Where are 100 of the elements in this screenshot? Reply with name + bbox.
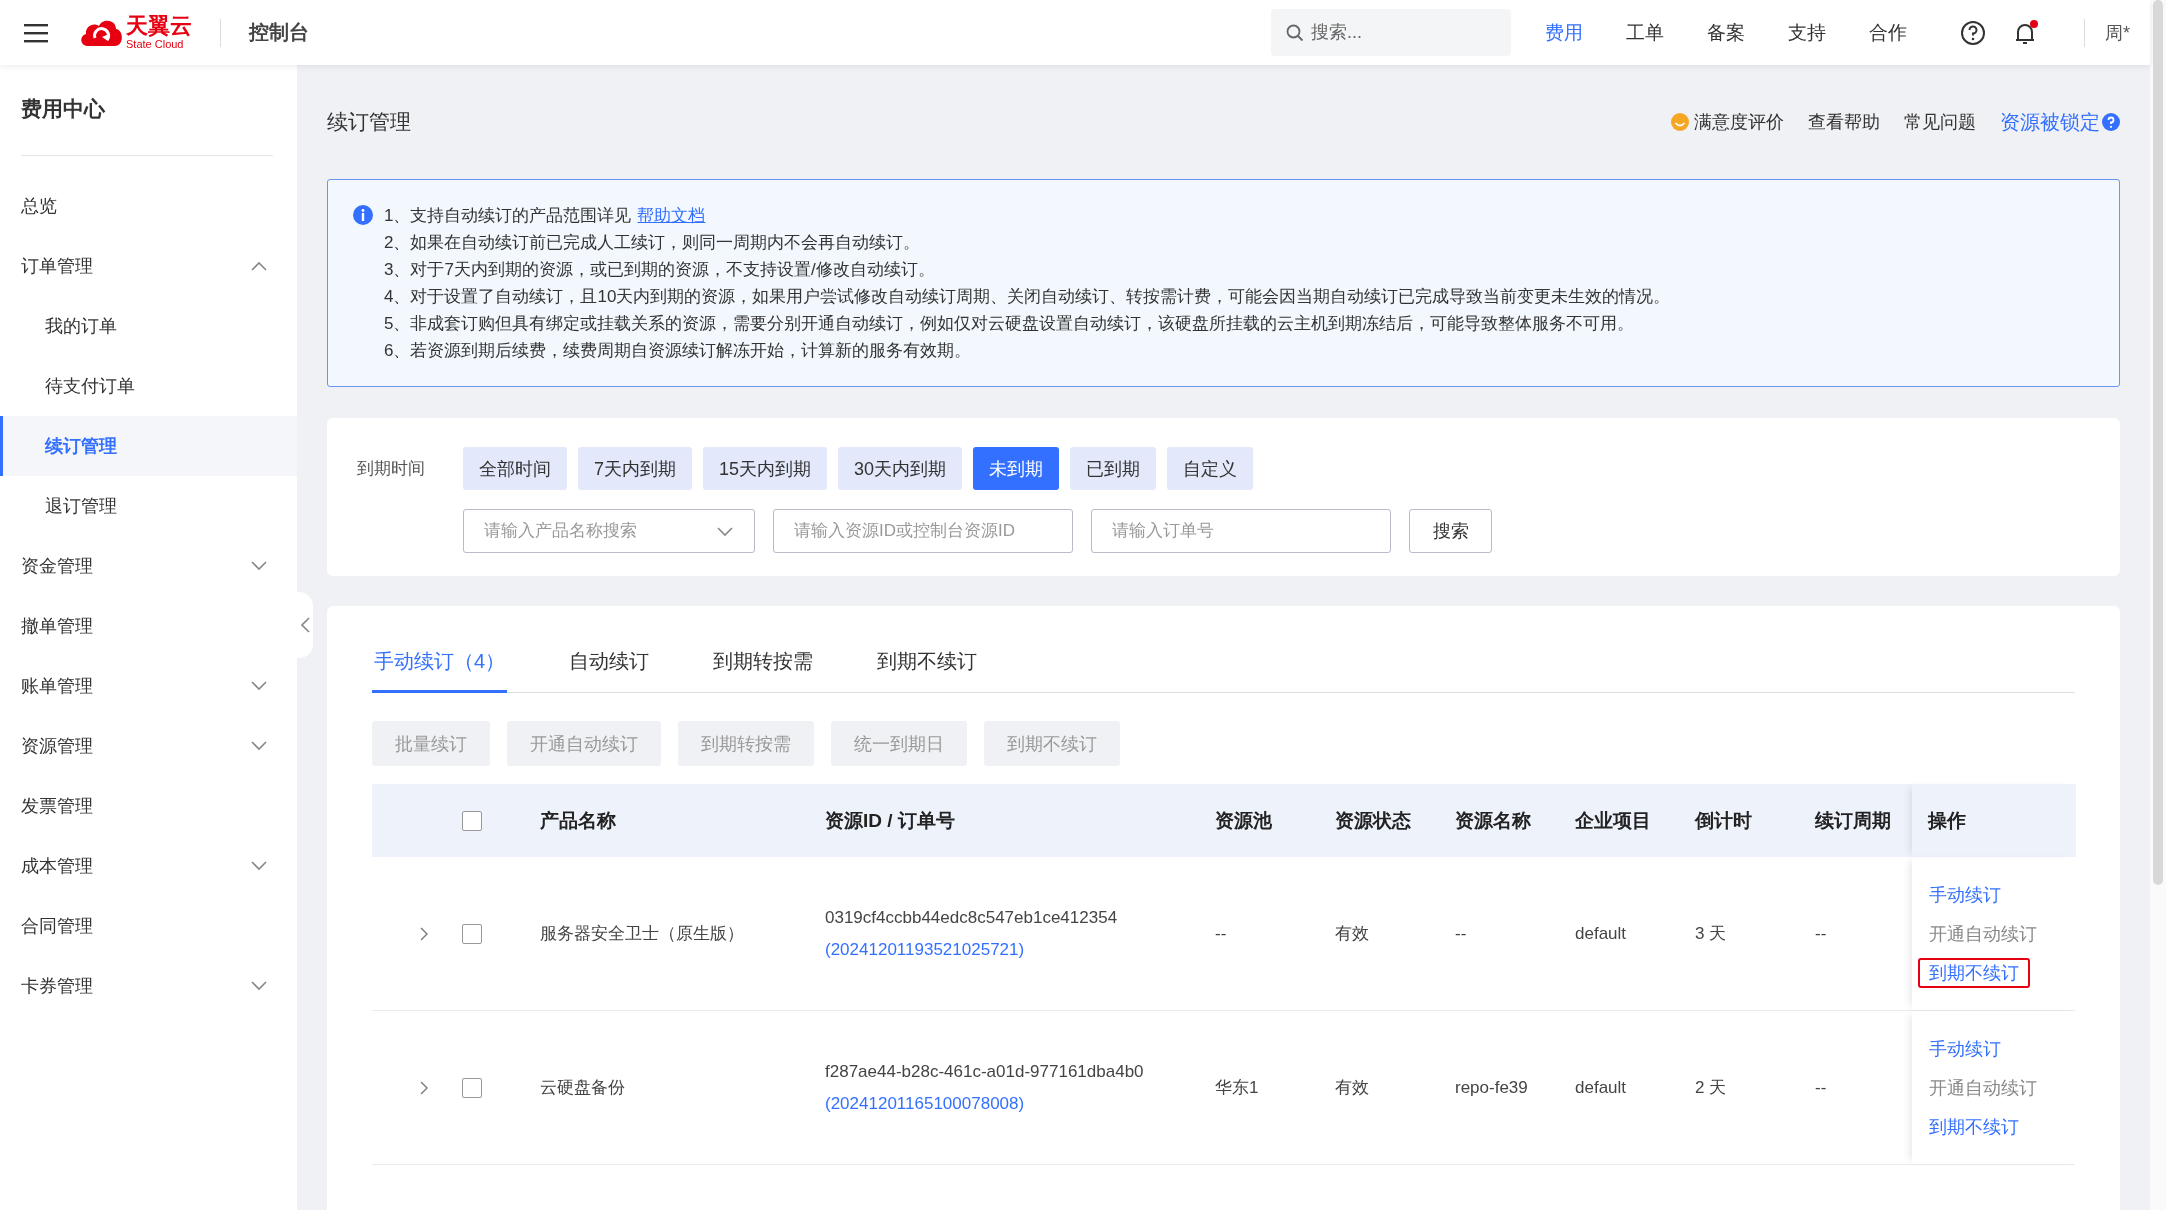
nav-link[interactable]: 备案: [1707, 19, 1745, 46]
chevron-left-icon: [300, 617, 310, 633]
tab[interactable]: 到期转按需: [711, 632, 816, 693]
nav-link[interactable]: 合作: [1869, 19, 1907, 46]
order-number-link[interactable]: (20241201165100078008): [825, 1093, 1025, 1114]
sidebar-item[interactable]: 订单管理: [0, 236, 297, 296]
help-icon[interactable]: [1960, 19, 1986, 46]
filter-chip[interactable]: 30天内到期: [838, 447, 963, 490]
chevron-icon: [251, 681, 267, 691]
table-cell: --: [1815, 923, 1827, 944]
row-action-link[interactable]: 手动续订: [1918, 879, 2012, 910]
sidebar-item[interactable]: 账单管理: [0, 656, 297, 716]
nav-link[interactable]: 支持: [1788, 19, 1826, 46]
table-cell-text: 华东1: [1215, 1077, 1259, 1099]
user-name[interactable]: 周*: [2105, 20, 2130, 45]
sidebar-item[interactable]: 总览: [0, 176, 297, 236]
brand-name: 天翼云: [126, 15, 192, 37]
notice-text: 4、对于设置了自动续订，且10天内到期的资源，如果用户尝试修改自动续订周期、关闭自动续订、转按需计费，可能会因当期自动续订已完成导致当前变更未生效的情况。: [384, 287, 1671, 306]
expand-chevron-icon[interactable]: [420, 1080, 429, 1095]
chevron-icon: [251, 981, 267, 991]
sidebar-item[interactable]: 资金管理: [0, 536, 297, 596]
nav-link[interactable]: 工单: [1626, 19, 1664, 46]
row-action-link[interactable]: 到期不续订: [1918, 957, 2030, 988]
menu-icon[interactable]: [24, 22, 48, 43]
header-link[interactable]: 查看帮助: [1808, 110, 1880, 134]
notice-text: 6、若资源到期后续费，续费周期自资源续订解冻开始，计算新的服务有效期。: [384, 341, 972, 360]
notice-text: 2、如果在自动续订前已完成人工续订，则同一周期内不会再自动续订。: [384, 233, 921, 252]
select-all-checkbox[interactable]: [462, 810, 482, 831]
sidebar-subitem[interactable]: 退订管理: [0, 476, 297, 536]
collapse-handle[interactable]: [297, 592, 313, 658]
order-number-link[interactable]: (20241201193521025721): [825, 939, 1025, 960]
filter-chip[interactable]: 已到期: [1070, 447, 1157, 490]
notice-text: 1、支持自动续订的产品范围详见: [384, 206, 632, 225]
search-field[interactable]: 搜索...: [1271, 9, 1511, 56]
table-cell: --: [1455, 923, 1467, 944]
filter-chip[interactable]: 未到期: [973, 447, 1060, 490]
column-header: 资源名称: [1455, 808, 1531, 833]
sidebar-item[interactable]: 资源管理: [0, 716, 297, 776]
header-link[interactable]: 资源被锁定: [2000, 108, 2120, 136]
column-header: 资源状态: [1335, 808, 1411, 833]
sidebar-item[interactable]: 撤单管理: [0, 596, 297, 656]
chevron-icon: [251, 561, 267, 571]
scrollbar[interactable]: [2150, 0, 2166, 1210]
smiley-icon: [1670, 112, 1690, 132]
notice-text: 3、对于7天内到期的资源，或已到期的资源，不支持设置/修改自动续订。: [384, 260, 935, 279]
sidebar-item[interactable]: 发票管理: [0, 776, 297, 836]
sidebar-item[interactable]: 卡券管理: [0, 956, 297, 1016]
column-header: 产品名称: [540, 808, 616, 833]
table-cell: --: [1215, 923, 1227, 944]
table-cell: default: [1575, 1077, 1627, 1098]
filter-chip[interactable]: 15天内到期: [703, 447, 828, 490]
tab[interactable]: 到期不续订: [875, 632, 980, 693]
console-title[interactable]: 控制台: [249, 19, 309, 46]
sidebar-title: 费用中心: [20, 96, 106, 122]
brand-subtitle: State Cloud: [126, 39, 185, 50]
sidebar-subitem[interactable]: 待支付订单: [0, 356, 297, 416]
column-header: 倒计时: [1695, 808, 1752, 833]
filter-chip[interactable]: 自定义: [1167, 447, 1254, 490]
table-cell-text: 2 天: [1695, 1077, 1727, 1099]
caret-icon: [717, 527, 733, 537]
nav-link[interactable]: 费用: [1545, 19, 1583, 46]
chevron-icon: [251, 861, 267, 871]
order-number-field[interactable]: 请输入订单号: [1091, 509, 1391, 553]
resource-id: 0319cf4ccbb44edc8c547eb1ce412354: [825, 907, 1118, 928]
expand-chevron-icon[interactable]: [420, 926, 429, 941]
sidebar-item[interactable]: 成本管理: [0, 836, 297, 896]
table-cell-text: 3 天: [1695, 923, 1727, 945]
page-title: 续订管理: [327, 109, 411, 135]
info-icon: [352, 204, 374, 226]
product-name: 服务器安全卫士（原生版）: [540, 923, 744, 945]
row-checkbox[interactable]: [462, 1077, 482, 1098]
sidebar-subitem[interactable]: 我的订单: [0, 296, 297, 356]
column-header: 续订周期: [1815, 808, 1891, 833]
sidebar-item[interactable]: 合同管理: [0, 896, 297, 956]
tab[interactable]: 手动续订（4）: [372, 632, 508, 693]
question-icon: [2102, 113, 2120, 131]
search-button[interactable]: 搜索: [1409, 509, 1492, 553]
column-header: 操作: [1928, 808, 1966, 833]
resource-id-field[interactable]: 请输入资源ID或控制台资源ID: [773, 509, 1073, 553]
column-header: 资源ID / 订单号: [825, 808, 955, 833]
filter-label: 到期时间: [357, 458, 426, 480]
notice-text: 5、非成套订购但具有绑定或挂载关系的资源，需要分别开通自动续订，例如仅对云硬盘设置自动续订，该硬盘所挂载的云主机到期冻结后，可能导致整体服务不可用。: [384, 314, 1635, 333]
header-link[interactable]: 满意度评价: [1670, 110, 1784, 134]
product-select[interactable]: 请输入产品名称搜索: [463, 509, 755, 553]
tab[interactable]: 自动续订: [567, 632, 652, 693]
filter-chip[interactable]: 全部时间: [463, 447, 567, 490]
help-doc-link[interactable]: 帮助文档: [637, 206, 706, 225]
column-header: 企业项目: [1575, 808, 1651, 833]
row-checkbox[interactable]: [462, 923, 482, 944]
table-cell: repo-fe39: [1455, 1077, 1528, 1098]
header-link[interactable]: 常见问题: [1904, 110, 1976, 134]
product-name: 云硬盘备份: [540, 1077, 625, 1099]
table-cell-text: 有效: [1335, 923, 1369, 945]
row-action-link[interactable]: 手动续订: [1918, 1033, 2012, 1064]
sidebar-subitem[interactable]: 续订管理: [0, 416, 297, 476]
table-cell: default: [1575, 923, 1627, 944]
column-header: 资源池: [1215, 808, 1272, 833]
search-icon: [1286, 24, 1304, 42]
row-action-link[interactable]: 到期不续订: [1918, 1111, 2030, 1142]
filter-chip[interactable]: 7天内到期: [578, 447, 692, 490]
